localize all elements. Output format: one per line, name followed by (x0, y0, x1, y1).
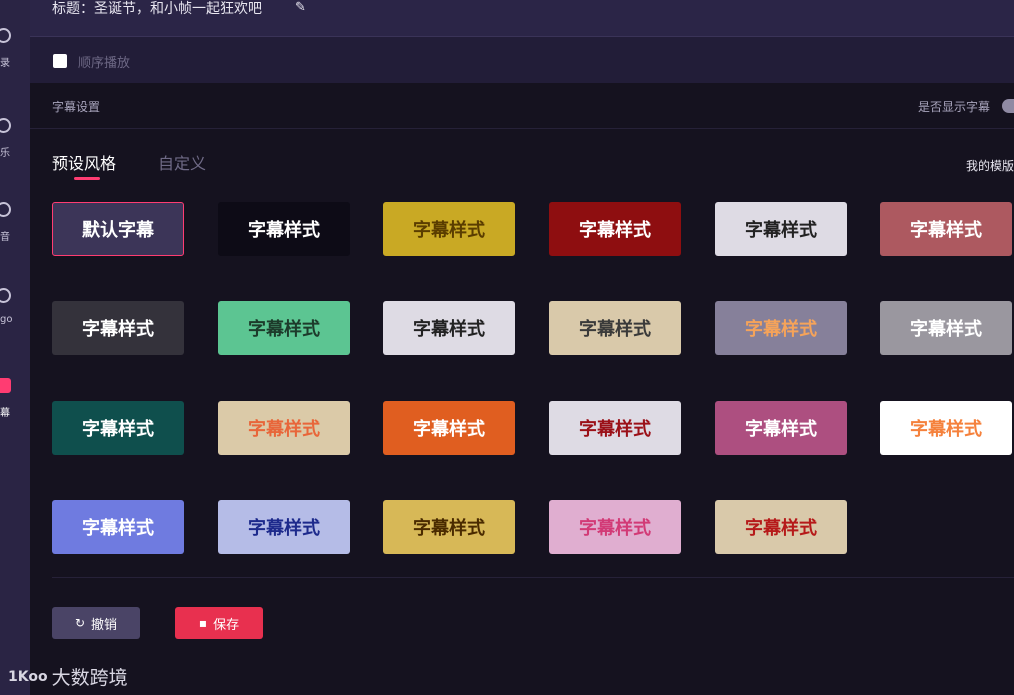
subtitle-settings-header: 字幕设置 是否显示字幕 (30, 84, 1014, 129)
sidebar-item-icon (0, 378, 11, 393)
subtitle-style-tile[interactable]: 字幕样式 (880, 401, 1012, 455)
subtitle-style-tile[interactable]: 字幕样式 (549, 202, 681, 256)
sidebar-item-icon (0, 202, 11, 217)
sidebar-item-1[interactable]: 乐 (0, 118, 30, 178)
subtitle-style-tile[interactable]: 字幕样式 (52, 401, 184, 455)
save-label: 保存 (213, 617, 240, 633)
active-tab-indicator (74, 177, 100, 180)
sidebar-item-label: go (0, 314, 13, 325)
sidebar-item-label: 录 (0, 58, 10, 69)
subtitle-style-tile[interactable]: 字幕样式 (218, 401, 350, 455)
sidebar: 录乐音 go 幕 (0, 0, 30, 695)
sidebar-item-0[interactable]: 录 (0, 28, 30, 88)
sidebar-item-label: 幕 (0, 408, 10, 419)
subtitle-style-tile[interactable]: 字幕样式 (549, 500, 681, 554)
order-play-checkbox[interactable] (53, 54, 67, 68)
undo-button[interactable]: ↻ 撤销 (52, 607, 140, 639)
subtitle-style-tile[interactable]: 默认字幕 (52, 202, 184, 256)
subtitle-style-tile[interactable]: 字幕样式 (715, 202, 847, 256)
undo-label: 撤销 (91, 617, 118, 633)
title-bar: 标题：圣诞节，和小帧一起狂欢吧 ✎ (30, 0, 1014, 37)
edit-icon[interactable]: ✎ (295, 0, 306, 15)
subtitle-style-tile[interactable]: 字幕样式 (52, 301, 184, 355)
main-panel: 标题：圣诞节，和小帧一起狂欢吧 ✎ 顺序播放 字幕设置 是否显示字幕 预设风格 … (30, 0, 1014, 695)
order-play-bar: 顺序播放 (30, 37, 1014, 83)
subtitle-style-tile[interactable]: 字幕样式 (218, 301, 350, 355)
watermark: 1Koo 大数跨境 (8, 663, 128, 690)
subtitle-style-tile[interactable]: 字幕样式 (880, 301, 1012, 355)
subtitle-style-tile[interactable]: 字幕样式 (715, 301, 847, 355)
save-icon: ▪ (198, 616, 208, 630)
sidebar-item-2[interactable]: 音 (0, 202, 30, 262)
subtitle-settings-label: 字幕设置 (52, 100, 101, 114)
subtitle-style-tile[interactable]: 字幕样式 (383, 301, 515, 355)
subtitle-style-tile[interactable]: 字幕样式 (383, 202, 515, 256)
subtitle-style-tile[interactable]: 字幕样式 (880, 202, 1012, 256)
save-button[interactable]: ▪ 保存 (175, 607, 263, 639)
undo-icon: ↻ (74, 616, 86, 630)
subtitle-style-tile[interactable]: 字幕样式 (218, 500, 350, 554)
show-subtitles-toggle[interactable] (1002, 99, 1014, 113)
watermark-text: 大数跨境 (51, 667, 128, 689)
subtitle-style-tile[interactable]: 字幕样式 (218, 202, 350, 256)
show-subtitles-label: 是否显示字幕 (918, 100, 991, 114)
sidebar-item-icon (0, 28, 11, 43)
sidebar-item-label: 音 (0, 232, 10, 243)
subtitle-style-tile[interactable]: 字幕样式 (715, 401, 847, 455)
my-templates-link[interactable]: 我的模版 (966, 157, 1014, 174)
tab-preset-style[interactable]: 预设风格 (52, 150, 116, 174)
sidebar-item-3[interactable]: go (0, 288, 30, 348)
sidebar-item-icon (0, 288, 11, 303)
video-title: 标题：圣诞节，和小帧一起狂欢吧 (52, 1, 262, 17)
sidebar-item-icon (0, 118, 11, 133)
tab-custom[interactable]: 自定义 (158, 150, 206, 174)
order-play-label: 顺序播放 (78, 56, 131, 71)
sidebar-item-label: 乐 (0, 148, 10, 159)
subtitle-style-tile[interactable]: 字幕样式 (549, 301, 681, 355)
divider (52, 577, 1014, 578)
subtitle-style-tile[interactable]: 字幕样式 (383, 500, 515, 554)
subtitle-style-tile[interactable]: 字幕样式 (549, 401, 681, 455)
watermark-logo: 1Koo (8, 668, 48, 685)
subtitle-style-tile[interactable]: 字幕样式 (52, 500, 184, 554)
subtitle-style-tile[interactable]: 字幕样式 (383, 401, 515, 455)
subtitle-style-tile[interactable]: 字幕样式 (715, 500, 847, 554)
sidebar-item-4[interactable]: 幕 (0, 378, 30, 438)
